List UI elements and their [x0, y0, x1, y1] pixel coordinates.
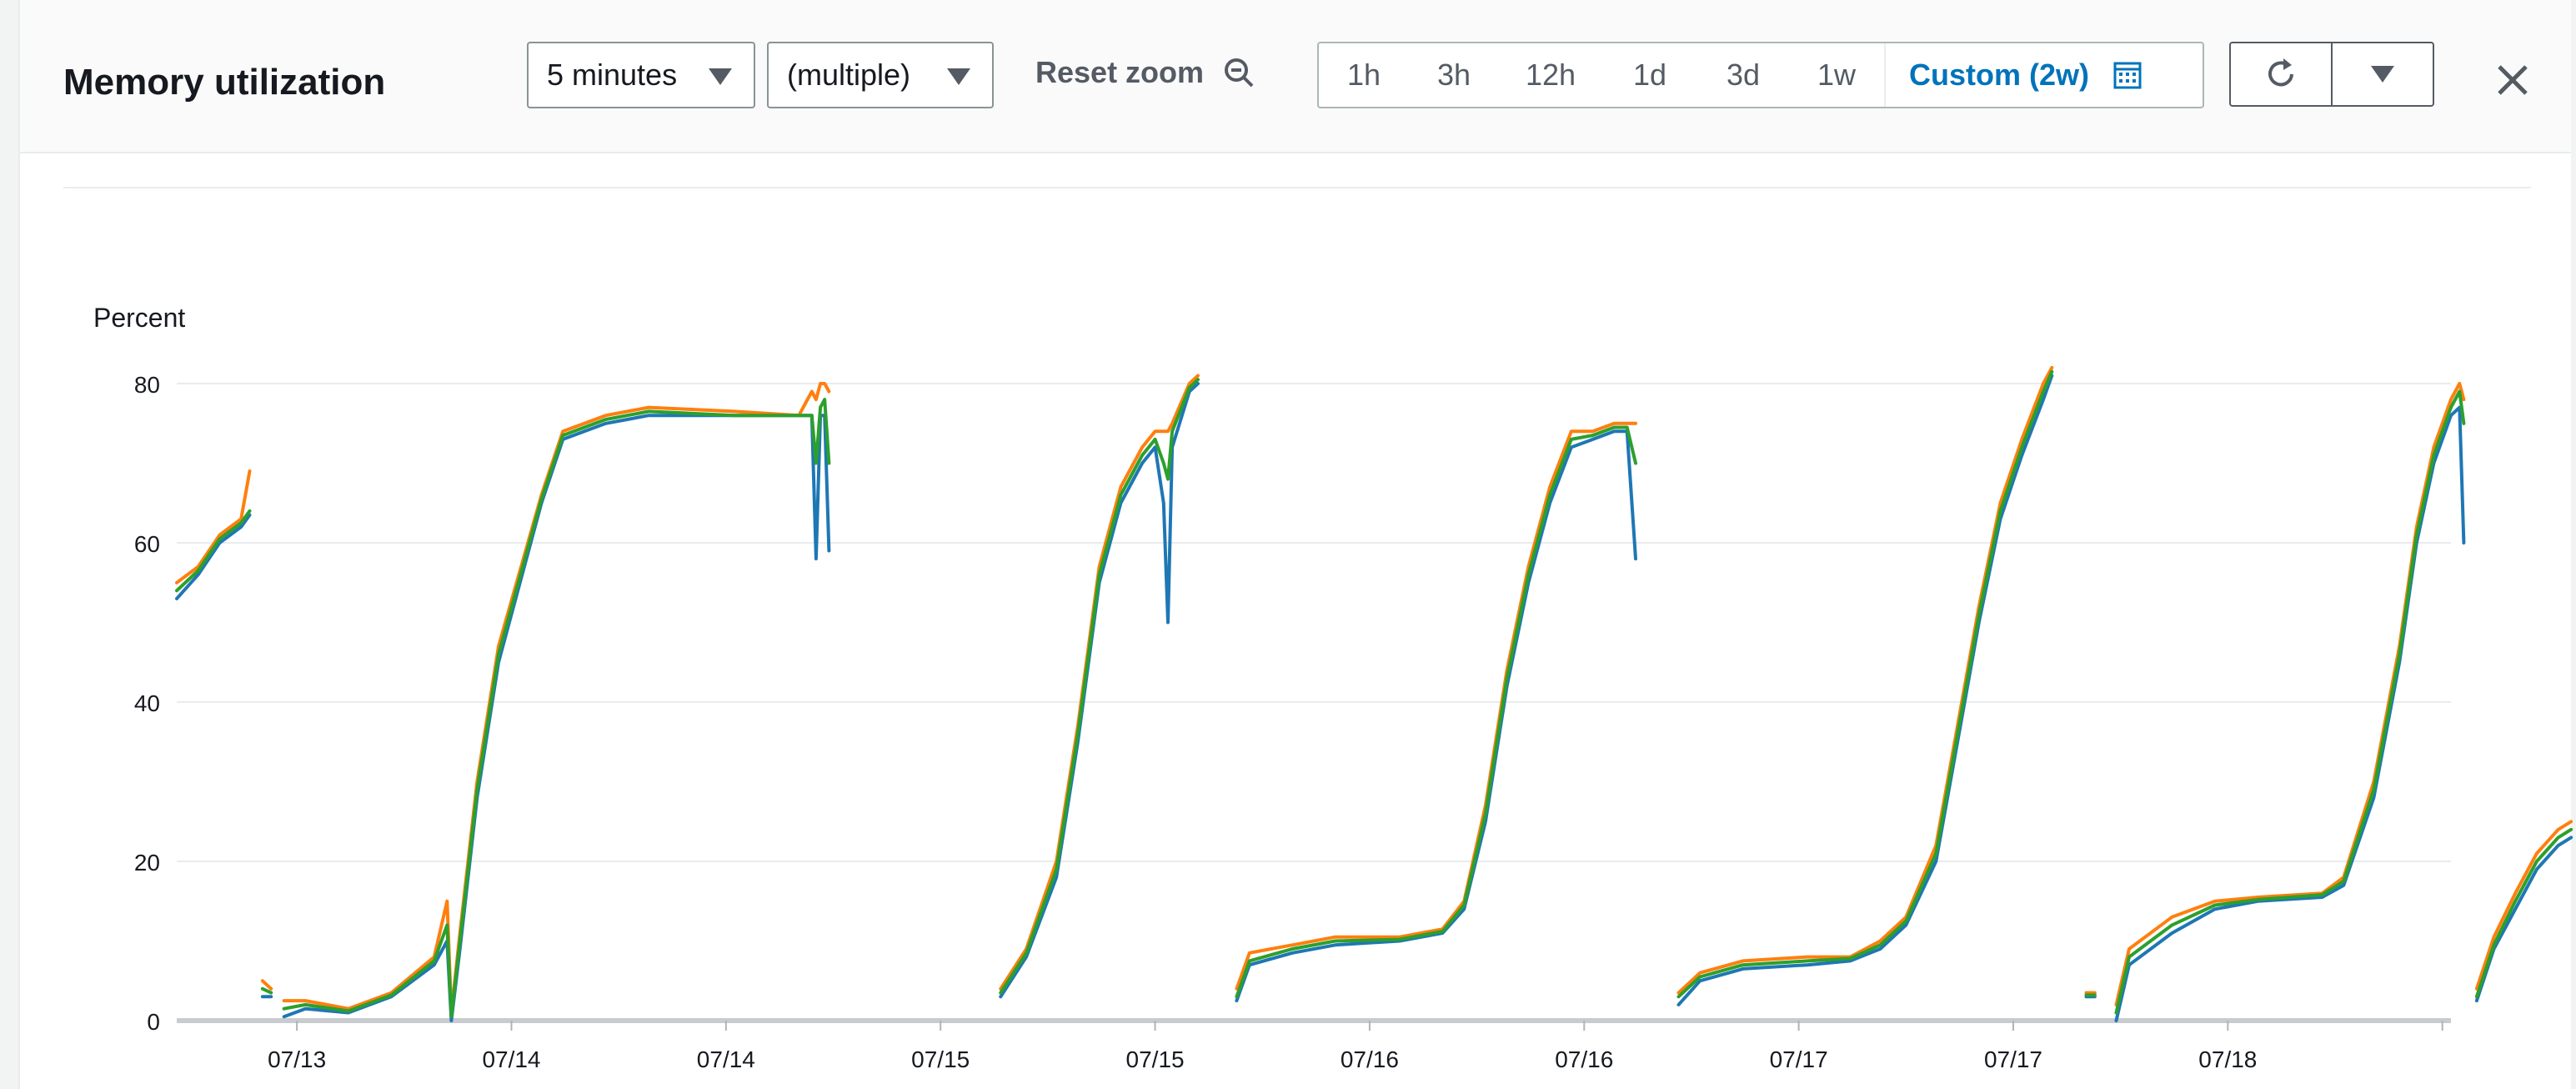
series-line-2	[282, 398, 831, 1019]
series-line-1	[1235, 421, 1637, 991]
series-line-0	[2474, 836, 2573, 1003]
series-line-2	[2474, 827, 2573, 999]
series-line-0	[175, 513, 252, 600]
x-tick-label: 07/14	[482, 1046, 540, 1072]
x-tick-label: 07/17	[1984, 1046, 2042, 1072]
series-line-2	[999, 378, 1200, 995]
x-tick-label: 07/14	[697, 1046, 755, 1072]
x-tick-label: 07/16	[1555, 1046, 1613, 1072]
y-tick-label: 80	[134, 372, 160, 398]
series-line-0	[1235, 429, 1637, 1003]
x-tick-label: 07/15	[911, 1046, 970, 1072]
x-tick-label: 07/16	[1341, 1046, 1399, 1072]
series-line-2	[1235, 425, 1637, 999]
y-tick-label: 60	[134, 531, 160, 557]
series-line-1	[2114, 382, 2466, 1006]
memory-utilization-chart: Percent 0 20 40 60 80 07/13 07/14 07/14 07/15 07/1…	[93, 303, 2573, 1072]
y-axis-label: Percent	[93, 303, 185, 333]
x-tick-label: 07/17	[1770, 1046, 1828, 1072]
series-line-0	[282, 414, 831, 1022]
y-tick-label: 0	[147, 1009, 160, 1035]
series-line-1	[1676, 365, 2054, 995]
x-tick-label: 07/18	[2198, 1046, 2257, 1072]
y-tick-label: 20	[134, 850, 160, 876]
series-line-0	[1676, 374, 2054, 1006]
series-line-1	[282, 382, 831, 1015]
y-tick-label: 40	[134, 690, 160, 716]
series-line-2	[175, 509, 252, 593]
x-tick-label: 07/13	[268, 1046, 326, 1072]
series-line-2	[1676, 369, 2054, 999]
x-tick-label: 07/15	[1126, 1046, 1185, 1072]
